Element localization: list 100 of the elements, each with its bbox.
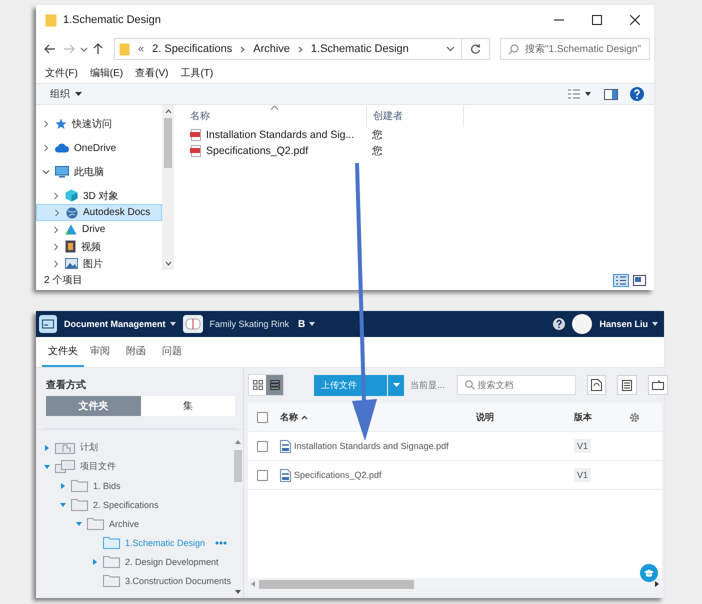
app-logo-icon[interactable]: [39, 315, 57, 333]
tree-item[interactable]: 快速访问: [36, 115, 162, 133]
breadcrumb-item[interactable]: 2. Specifications: [152, 43, 232, 55]
organize-button[interactable]: 组织: [50, 87, 82, 101]
refresh-button[interactable]: [462, 38, 490, 60]
settings-icon[interactable]: [629, 412, 640, 422]
chevron-down-icon[interactable]: [42, 168, 50, 176]
row-checkbox[interactable]: [257, 440, 268, 452]
menu-item[interactable]: 文件(F): [45, 66, 78, 80]
view-options-icon[interactable]: [568, 89, 592, 99]
chevron-right-icon[interactable]: [52, 242, 60, 250]
breadcrumb-item[interactable]: Archive: [253, 43, 290, 55]
project-thumbnail-icon[interactable]: [182, 315, 203, 333]
tab[interactable]: 问题: [159, 337, 192, 367]
tree-item[interactable]: Archive: [36, 514, 233, 533]
overflow-mark[interactable]: «: [138, 43, 144, 55]
report-button[interactable]: [617, 375, 638, 395]
tree-item[interactable]: 项目文件: [36, 457, 233, 476]
column-header[interactable]: 版本: [574, 410, 629, 424]
tab[interactable]: 审阅: [87, 337, 120, 367]
help-icon[interactable]: [553, 318, 566, 330]
up-icon[interactable]: [93, 43, 103, 55]
scroll-up-icon[interactable]: [164, 109, 172, 114]
chevron-right-icon[interactable]: [42, 144, 50, 152]
caret-down-icon[interactable]: [76, 520, 82, 526]
tree-item[interactable]: 视频: [36, 238, 162, 255]
scrollbar-thumb[interactable]: [234, 450, 242, 482]
caret-down-icon: [170, 322, 176, 326]
scrollbar[interactable]: [162, 105, 174, 270]
tree-item[interactable]: 3.Construction Documents: [36, 571, 233, 590]
scrollbar-thumb[interactable]: [164, 118, 172, 168]
grid-view-button[interactable]: [249, 375, 266, 395]
tree-item[interactable]: 3D 对象: [36, 187, 162, 204]
user-menu-button[interactable]: Hansen Liu: [599, 319, 658, 329]
chevron-right-icon[interactable]: [52, 226, 60, 234]
project-menu-button[interactable]: Family Skating Rink B: [210, 318, 316, 330]
chevron-down-icon[interactable]: [446, 46, 455, 52]
module-menu-button[interactable]: Document Management: [64, 319, 176, 329]
version-badge[interactable]: V1: [574, 468, 592, 482]
caret-down-icon[interactable]: [60, 502, 66, 508]
column-header[interactable]: 名称: [280, 410, 476, 424]
search-field[interactable]: 搜索"1.Schematic Design": [500, 38, 650, 60]
tree-item[interactable]: 图片: [36, 255, 162, 270]
caret-right-icon[interactable]: [92, 558, 98, 564]
caret-right-icon[interactable]: [60, 482, 66, 488]
file-name[interactable]: Specifications_Q2.pdf: [206, 145, 308, 157]
menu-item[interactable]: 编辑(E): [90, 66, 124, 80]
star-icon: [55, 118, 67, 130]
scroll-down-icon[interactable]: [164, 261, 172, 266]
file-name[interactable]: Installation Standards and Sig...: [206, 129, 354, 141]
tree-item[interactable]: 此电脑: [36, 163, 162, 181]
tree-item[interactable]: Autodesk Docs: [36, 204, 162, 221]
tree-item[interactable]: 2. Design Development: [36, 552, 233, 571]
more-icon[interactable]: [215, 540, 227, 544]
menu-item[interactable]: 查看(V): [135, 66, 168, 80]
chevron-right-icon[interactable]: [52, 192, 60, 200]
chevron-right-icon[interactable]: [53, 208, 61, 216]
caret-right-icon[interactable]: [44, 444, 50, 450]
caret-down-icon[interactable]: [44, 464, 50, 470]
back-icon[interactable]: [44, 44, 56, 54]
help-icon[interactable]: [630, 87, 644, 101]
tree-item[interactable]: Drive: [36, 221, 162, 238]
tree-item[interactable]: 1. Bids: [36, 476, 233, 495]
avatar-icon[interactable]: [572, 314, 592, 334]
column-header[interactable]: 创建者: [366, 105, 464, 127]
pdf-file-icon: [190, 145, 202, 157]
export-button[interactable]: [586, 375, 606, 395]
tree-item[interactable]: OneDrive: [36, 139, 162, 157]
tree-item[interactable]: 2. Specifications: [36, 495, 233, 514]
file-name[interactable]: Specifications_Q2.pdf: [294, 470, 382, 480]
row-checkbox[interactable]: [257, 470, 268, 480]
select-all-checkbox[interactable]: [257, 412, 268, 422]
chevron-down-icon[interactable]: [80, 46, 88, 52]
search-field[interactable]: 搜索文档: [456, 375, 576, 395]
maximize-icon: [592, 15, 602, 25]
upload-menu-button[interactable]: [388, 374, 404, 396]
preview-pane-icon[interactable]: [604, 88, 618, 100]
share-button[interactable]: [648, 375, 668, 395]
menu-item[interactable]: 工具(T): [180, 66, 214, 80]
chevron-right-icon[interactable]: [52, 260, 60, 268]
column-header[interactable]: 说明: [476, 410, 574, 424]
view-mode-button[interactable]: 集: [140, 396, 235, 416]
address-bar[interactable]: « 2. Specifications Archive 1.Schematic Design: [114, 38, 462, 60]
file-name[interactable]: Installation Standards and Signage.pdf: [294, 441, 449, 451]
tab[interactable]: 附函: [123, 337, 156, 367]
folder-icon: [71, 498, 88, 511]
details-view-icon[interactable]: [613, 274, 629, 286]
large-icons-view-icon[interactable]: [633, 274, 646, 286]
version-badge[interactable]: V1: [574, 439, 592, 453]
scroll-up-icon[interactable]: [235, 440, 241, 444]
column-header[interactable]: 名称: [190, 105, 366, 127]
breadcrumb-item[interactable]: 1.Schematic Design: [310, 43, 409, 55]
scroll-down-icon[interactable]: [235, 590, 241, 594]
chevron-right-icon[interactable]: [42, 120, 50, 128]
tree-item[interactable]: 计划: [36, 438, 233, 457]
scroll-left-icon[interactable]: [251, 581, 255, 587]
list-view-button[interactable]: [266, 375, 283, 395]
folder-icon: [87, 517, 104, 530]
scrollbar-thumb[interactable]: [259, 580, 414, 588]
scroll-right-icon[interactable]: [655, 581, 659, 587]
